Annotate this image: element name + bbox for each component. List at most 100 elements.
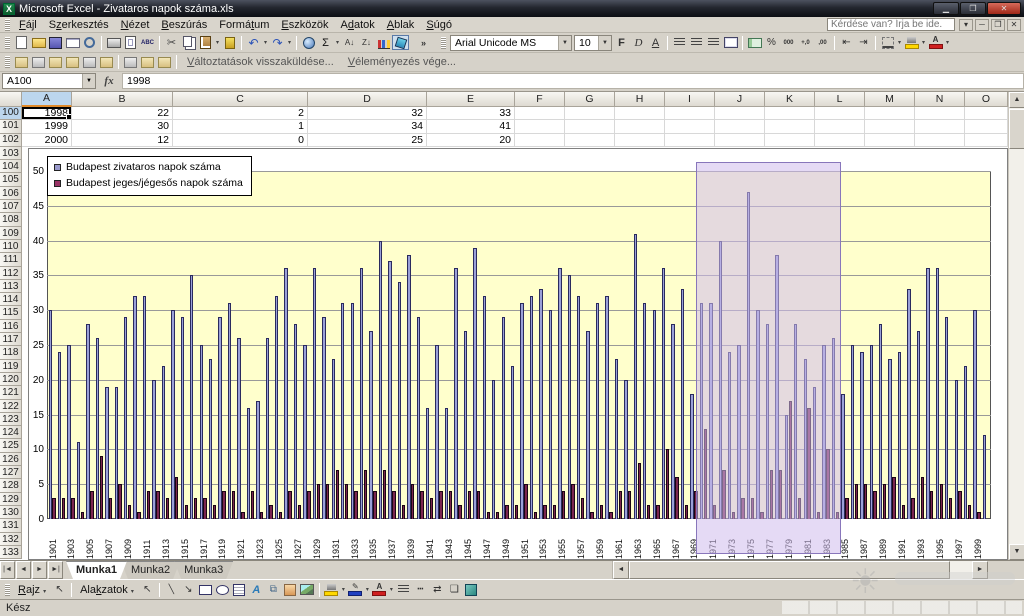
cell-J100[interactable]: [715, 107, 765, 120]
cell-J102[interactable]: [715, 134, 765, 147]
send-changes-button[interactable]: Változtatások visszaküldése...: [180, 56, 341, 68]
shadow-style-icon[interactable]: [446, 582, 463, 597]
cell-I102[interactable]: [665, 134, 715, 147]
cell-D100[interactable]: 32: [308, 107, 427, 120]
cell-K101[interactable]: [765, 120, 815, 133]
column-header-M[interactable]: M: [865, 92, 915, 107]
cell-B100[interactable]: 22: [72, 107, 173, 120]
row-header-124[interactable]: 124: [0, 426, 22, 439]
row-header-112[interactable]: 112: [0, 267, 22, 280]
cell-F102[interactable]: [515, 134, 565, 147]
underline-icon[interactable]: [647, 35, 664, 50]
cell-E101[interactable]: 41: [427, 120, 515, 133]
cell-B102[interactable]: 12: [72, 134, 173, 147]
cell-M102[interactable]: [865, 134, 915, 147]
toolbar-grip[interactable]: [5, 56, 10, 68]
cell-C100[interactable]: 2: [173, 107, 308, 120]
insert-picture-icon[interactable]: [299, 582, 316, 597]
align-left-icon[interactable]: [671, 35, 688, 50]
row-header-102[interactable]: 102: [0, 134, 22, 147]
print-icon[interactable]: [105, 35, 122, 50]
select-objects-icon[interactable]: [51, 582, 68, 597]
cell-M100[interactable]: [865, 107, 915, 120]
mail-recipient-icon[interactable]: [156, 55, 173, 70]
close-icon[interactable]: ✕: [987, 2, 1021, 15]
column-header-O[interactable]: O: [965, 92, 1008, 107]
menu-nézet[interactable]: Nézet: [115, 18, 156, 32]
draw-menu-button[interactable]: Rajz ▾: [13, 584, 51, 596]
row-header-131[interactable]: 131: [0, 519, 22, 532]
column-header-B[interactable]: B: [72, 92, 173, 107]
tab-split-handle[interactable]: [988, 561, 1024, 579]
currency-icon[interactable]: [746, 35, 763, 50]
cell-G101[interactable]: [565, 120, 615, 133]
sort-descending-icon[interactable]: [358, 35, 375, 50]
embedded-chart[interactable]: 05101520253035404550 1901190319051907190…: [28, 148, 1008, 560]
cell-H102[interactable]: [615, 134, 665, 147]
last-sheet-icon[interactable]: ►|: [48, 561, 63, 579]
thousands-icon[interactable]: [780, 35, 797, 50]
new-workbook-icon[interactable]: [13, 55, 30, 70]
cell-B101[interactable]: 30: [72, 120, 173, 133]
row-header-106[interactable]: 106: [0, 187, 22, 200]
row-header-115[interactable]: 115: [0, 306, 22, 319]
row-header-114[interactable]: 114: [0, 293, 22, 306]
scroll-left-icon[interactable]: ◄: [613, 561, 629, 579]
draw-line-icon[interactable]: [163, 582, 180, 597]
dropdown-arrow-icon[interactable]: ▾: [334, 39, 341, 46]
arrow-style-icon[interactable]: [429, 582, 446, 597]
row-header-107[interactable]: 107: [0, 200, 22, 213]
book-close-icon[interactable]: ✕: [1007, 19, 1021, 31]
cell-L102[interactable]: [815, 134, 865, 147]
cell-N102[interactable]: [915, 134, 965, 147]
clip-art-icon[interactable]: [282, 582, 299, 597]
cell-F100[interactable]: [515, 107, 565, 120]
row-header-113[interactable]: 113: [0, 280, 22, 293]
cell-F101[interactable]: [515, 120, 565, 133]
sort-ascending-icon[interactable]: [341, 35, 358, 50]
line-style-icon[interactable]: [395, 582, 412, 597]
cell-N100[interactable]: [915, 107, 965, 120]
row-header-129[interactable]: 129: [0, 493, 22, 506]
cell-C102[interactable]: 0: [173, 134, 308, 147]
row-header-120[interactable]: 120: [0, 373, 22, 386]
format-painter-icon[interactable]: [221, 35, 238, 50]
open-folder-icon[interactable]: [30, 35, 47, 50]
3d-style-icon[interactable]: [463, 582, 480, 597]
dropdown-arrow-icon[interactable]: ▾: [214, 39, 221, 46]
toolbar-grip[interactable]: [5, 584, 10, 596]
column-header-A[interactable]: A: [22, 92, 72, 107]
cell-H101[interactable]: [615, 120, 665, 133]
row-header-127[interactable]: 127: [0, 466, 22, 479]
cell-D102[interactable]: 25: [308, 134, 427, 147]
insert-chart-icon[interactable]: [98, 55, 115, 70]
spelling-icon[interactable]: [139, 35, 156, 50]
scroll-up-icon[interactable]: ▲: [1009, 92, 1024, 108]
increase-indent-icon[interactable]: [855, 35, 872, 50]
hyperlink-icon[interactable]: [300, 35, 317, 50]
vertical-scrollbar[interactable]: ▲ ▼: [1008, 92, 1024, 560]
text-box-icon[interactable]: [231, 582, 248, 597]
chevron-down-icon[interactable]: ▼: [598, 36, 611, 50]
row-header-111[interactable]: 111: [0, 253, 22, 266]
first-sheet-icon[interactable]: |◄: [0, 561, 15, 579]
autosum-icon[interactable]: [317, 35, 334, 50]
form-checkbox-icon[interactable]: [122, 55, 139, 70]
draw-rect-icon[interactable]: [197, 582, 214, 597]
horizontal-scroll-thumb[interactable]: [629, 561, 950, 579]
cell-G100[interactable]: [565, 107, 615, 120]
draw-oval-icon[interactable]: [214, 582, 231, 597]
font-color-icon[interactable]: [371, 582, 388, 597]
row-header-130[interactable]: 130: [0, 506, 22, 519]
cell-I100[interactable]: [665, 107, 715, 120]
menu-ablak[interactable]: Ablak: [381, 18, 421, 32]
email-icon[interactable]: [64, 35, 81, 50]
chart-legend[interactable]: Budapest zivataros napok számaBudapest j…: [47, 156, 252, 196]
tab-munka1[interactable]: Munka1: [66, 561, 127, 579]
selection-highlight[interactable]: [696, 162, 841, 554]
decrease-decimal-icon[interactable]: [814, 35, 831, 50]
end-review-button[interactable]: Véleményezés vége...: [341, 56, 463, 68]
cell-A100[interactable]: 1998: [22, 107, 72, 120]
tab-munka3[interactable]: Munka3: [174, 561, 233, 579]
column-header-G[interactable]: G: [565, 92, 615, 107]
